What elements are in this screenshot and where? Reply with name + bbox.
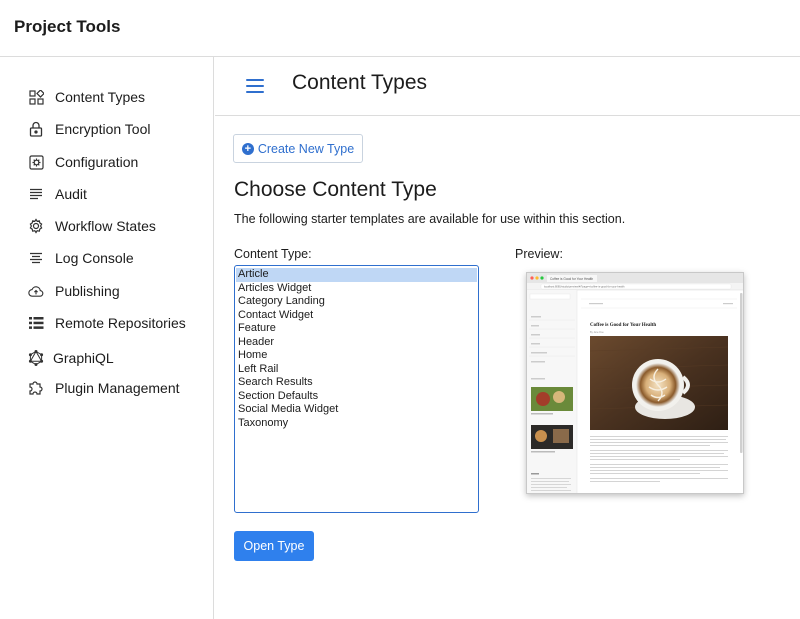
sidebar-item-graphiql[interactable]: GraphiQL: [28, 347, 114, 369]
sidebar-item-configuration[interactable]: Configuration: [28, 151, 138, 173]
list-item[interactable]: Contact Widget: [236, 309, 477, 323]
sidebar-item-workflow-states[interactable]: Workflow States: [28, 215, 156, 237]
sidebar-item-label: Plugin Management: [55, 380, 180, 396]
list-lines-icon: [28, 186, 44, 202]
choose-content-type-description: The following starter templates are avai…: [234, 212, 626, 226]
sidebar-item-label: Content Types: [55, 89, 146, 105]
sidebar-item-content-types[interactable]: Content Types: [28, 86, 145, 108]
list-item[interactable]: Header: [236, 336, 477, 350]
sidebar: Content Types Encryption Tool Configurat…: [0, 57, 214, 619]
puzzle-icon: [28, 380, 44, 396]
list-item[interactable]: Search Results: [236, 376, 477, 390]
list-item[interactable]: Taxonomy: [236, 417, 477, 431]
content-types-icon: [28, 89, 44, 105]
graphql-icon: [28, 350, 44, 366]
lock-icon: [28, 121, 44, 137]
open-type-button[interactable]: Open Type: [234, 531, 314, 561]
gear-icon: [28, 218, 44, 234]
cloud-upload-icon: [28, 283, 44, 299]
log-lines-icon: [28, 250, 44, 266]
list-item[interactable]: Social Media Widget: [236, 403, 477, 417]
list-item[interactable]: Section Defaults: [236, 390, 477, 404]
list-item[interactable]: Home: [236, 349, 477, 363]
app-title: Project Tools: [14, 17, 121, 36]
list-item[interactable]: Articles Widget: [236, 282, 477, 296]
main-header: Content Types: [215, 57, 800, 116]
list-item[interactable]: Article: [236, 268, 477, 282]
menu-icon[interactable]: [246, 79, 264, 93]
sidebar-item-label: Audit: [55, 186, 87, 202]
list-item[interactable]: Left Rail: [236, 363, 477, 377]
list-item[interactable]: Category Landing: [236, 295, 477, 309]
sidebar-item-label: Remote Repositories: [55, 315, 186, 331]
sidebar-item-log-console[interactable]: Log Console: [28, 247, 134, 269]
sidebar-item-label: Workflow States: [55, 218, 156, 234]
sidebar-item-label: Encryption Tool: [55, 121, 151, 137]
sidebar-item-label: Publishing: [55, 283, 120, 299]
preview-url: localhost:8080/studio/preview/#/?page=/c…: [544, 285, 625, 289]
list-item[interactable]: Feature: [236, 322, 477, 336]
content-type-label: Content Type:: [234, 247, 312, 261]
preview-byline: By Jane Doe: [590, 331, 604, 334]
preview-screenshot: Coffee is Good for Your Health localhost…: [527, 273, 743, 493]
sidebar-item-plugin-management[interactable]: Plugin Management: [28, 377, 180, 399]
plus-circle-icon: +: [241, 142, 254, 155]
sidebar-item-label: Log Console: [55, 250, 134, 266]
gear-box-icon: [28, 154, 44, 170]
create-new-type-button[interactable]: + Create New Type: [233, 134, 363, 163]
create-new-type-label: Create New Type: [257, 141, 355, 156]
sidebar-item-remote-repositories[interactable]: Remote Repositories: [28, 312, 186, 334]
sidebar-item-publishing[interactable]: Publishing: [28, 280, 120, 302]
preview-thumbnail: Coffee is Good for Your Health localhost…: [526, 272, 744, 494]
list-bullets-icon: [28, 315, 44, 331]
choose-content-type-heading: Choose Content Type: [234, 178, 437, 201]
top-bar: Project Tools: [0, 0, 800, 57]
page-title: Content Types: [292, 71, 428, 94]
sidebar-item-encryption-tool[interactable]: Encryption Tool: [28, 118, 150, 140]
preview-article-title: Coffee is Good for Your Health: [590, 323, 656, 328]
sidebar-item-label: Configuration: [55, 154, 139, 170]
preview-tab-title: Coffee is Good for Your Health: [550, 277, 593, 281]
preview-label: Preview:: [515, 247, 563, 261]
sidebar-item-label: GraphiQL: [53, 350, 114, 366]
sidebar-item-audit[interactable]: Audit: [28, 183, 87, 205]
content-type-list[interactable]: Article Articles Widget Category Landing…: [234, 265, 479, 513]
